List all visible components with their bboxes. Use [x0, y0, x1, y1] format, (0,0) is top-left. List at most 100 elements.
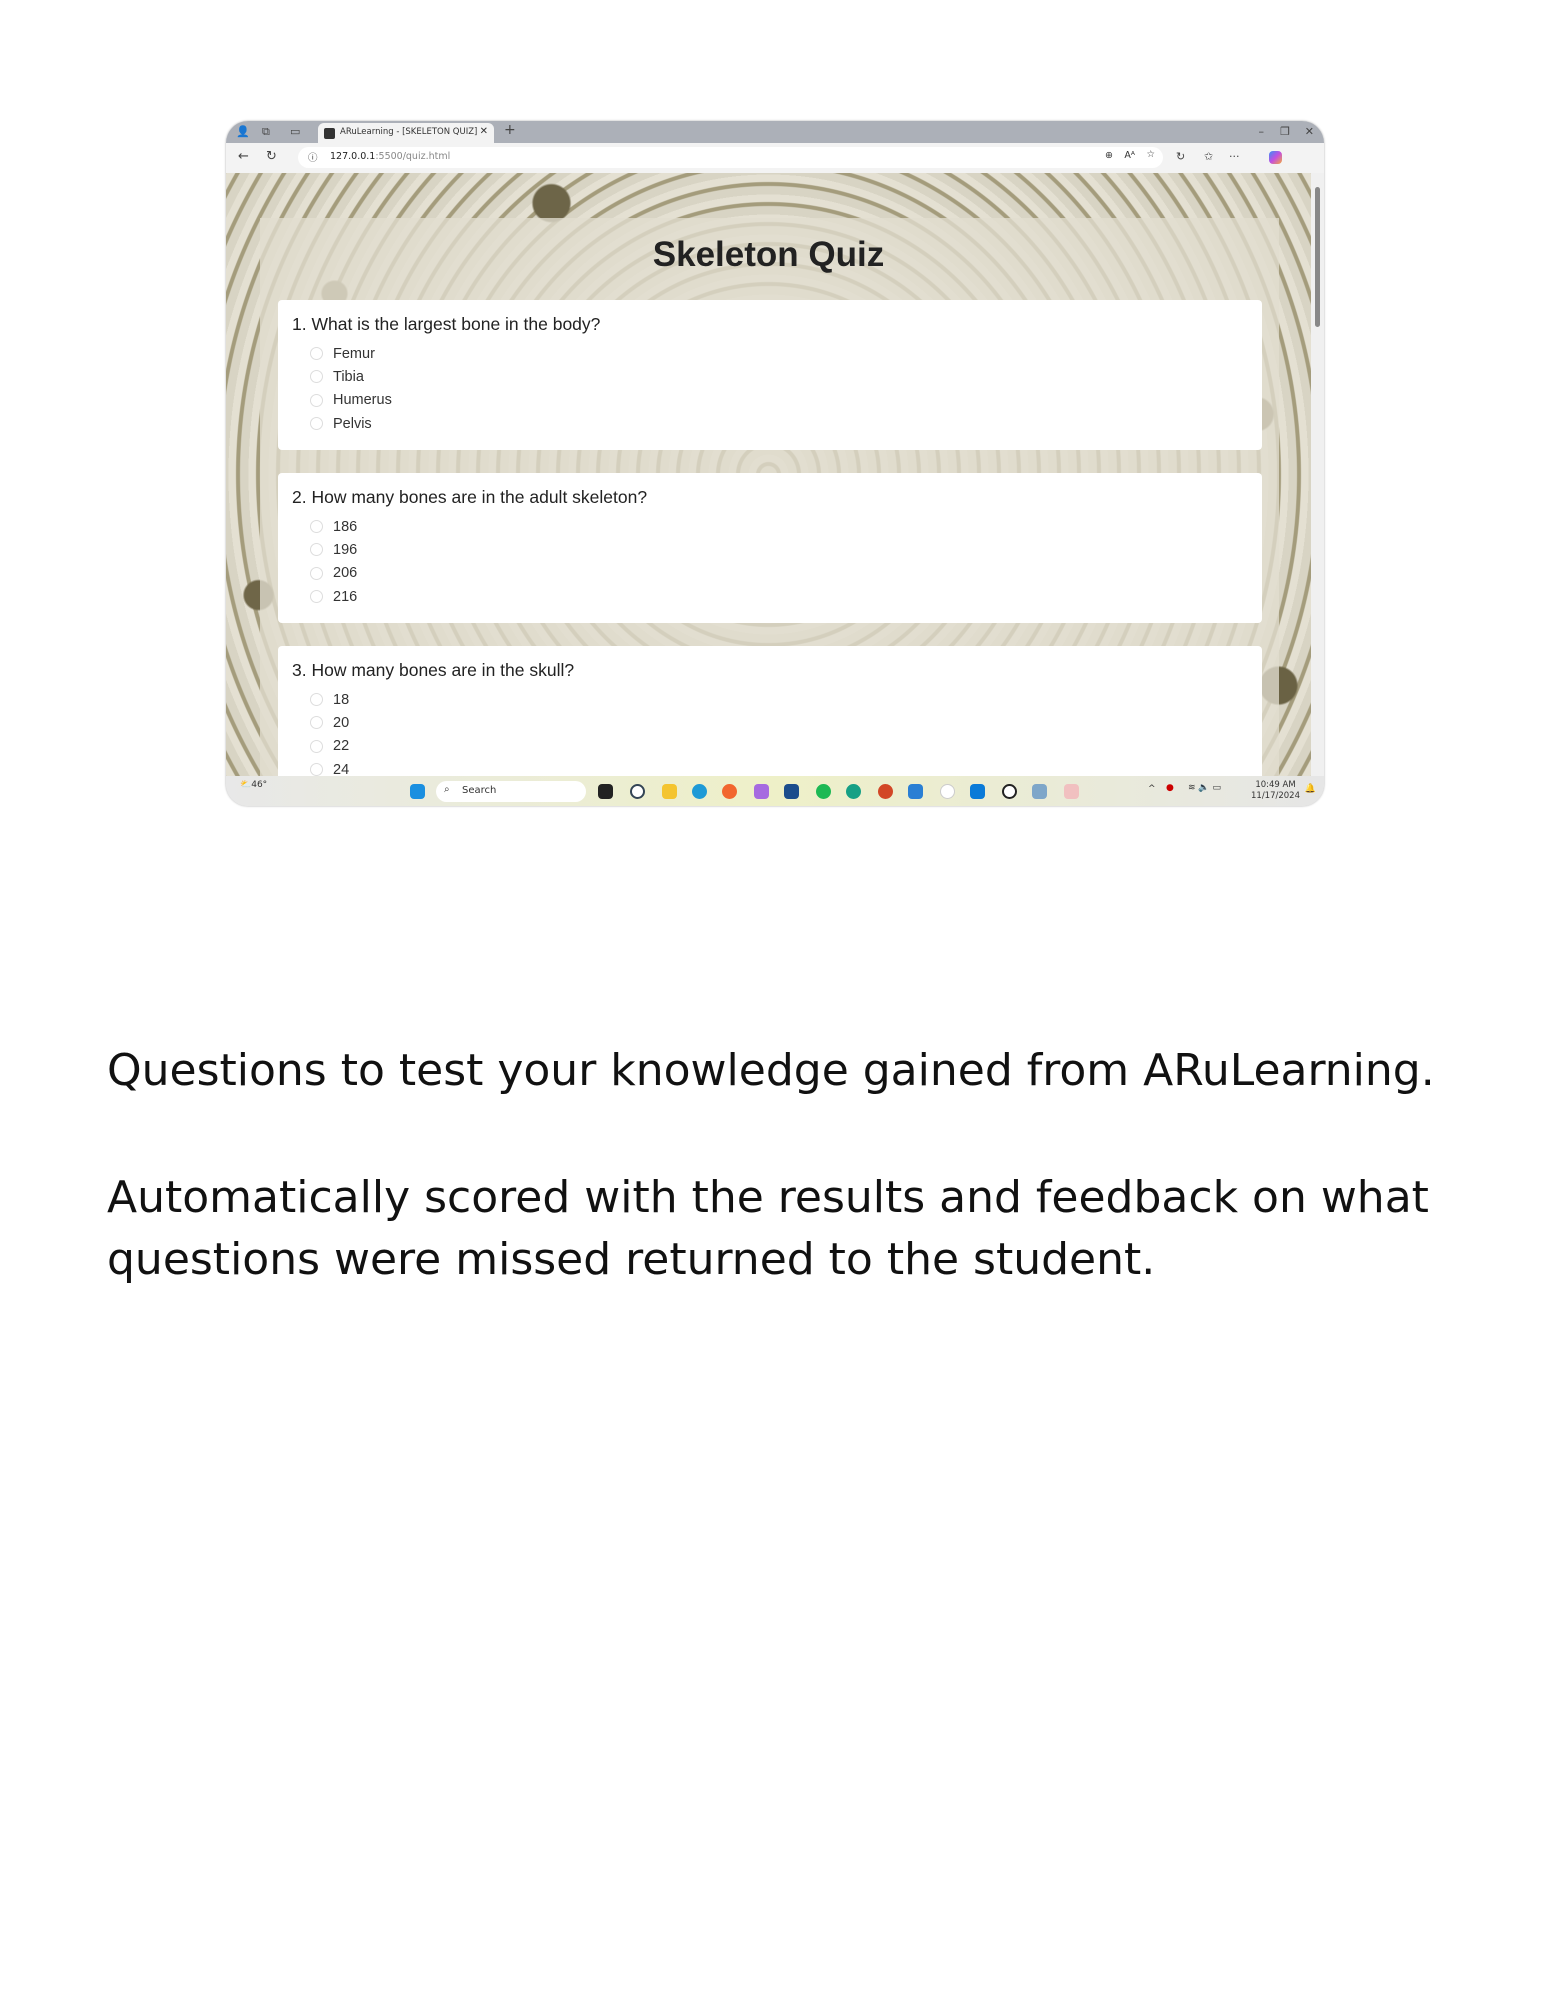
- option-label: Femur: [333, 345, 375, 362]
- radio-button[interactable]: [310, 370, 323, 384]
- option-label: 216: [333, 588, 358, 605]
- workspaces-icon[interactable]: ⧉: [262, 125, 270, 139]
- radio-button[interactable]: [310, 543, 323, 557]
- app-icon-a[interactable]: [940, 784, 955, 799]
- url-host: 127.0.0.1: [330, 151, 376, 162]
- option-label: 196: [333, 541, 358, 558]
- copilot-icon[interactable]: [1269, 151, 1282, 164]
- favicon-icon: [324, 128, 335, 139]
- option-186[interactable]: 186: [292, 515, 1248, 538]
- taskbar: ⛅46° ⌕ Search ^ ● ≋ 🔈 ▭ 10:49 AM 11/17/202…: [226, 776, 1324, 806]
- option-20[interactable]: 20: [292, 711, 1248, 734]
- tab-bar: 👤 ⧉ ▭ ARuLearning - [SKELETON QUIZ] ✕ + …: [226, 121, 1324, 143]
- question-text: 3. How many bones are in the skull?: [292, 660, 575, 680]
- wifi-icon[interactable]: ≋ 🔈 ▭: [1188, 783, 1221, 793]
- spotify-icon[interactable]: [816, 784, 831, 799]
- question-text: 1. What is the largest bone in the body?: [292, 314, 601, 334]
- tray-chevron-icon[interactable]: ^: [1148, 784, 1156, 794]
- tab-quiz[interactable]: ARuLearning - [SKELETON QUIZ] ✕: [318, 123, 494, 143]
- radio-button[interactable]: [310, 716, 323, 730]
- radio-button[interactable]: [310, 693, 323, 707]
- zoom-icon[interactable]: ⊕: [1105, 150, 1113, 161]
- option-label: Pelvis: [333, 415, 372, 432]
- minimize-icon[interactable]: –: [1259, 125, 1265, 138]
- tab-actions-icon[interactable]: ▭: [290, 125, 300, 138]
- option-label: Humerus: [333, 392, 392, 409]
- radio-button[interactable]: [310, 417, 323, 431]
- read-aloud-icon[interactable]: Aᴬ: [1124, 150, 1135, 161]
- refresh-icon[interactable]: ↻: [266, 149, 277, 164]
- option-humerus[interactable]: Humerus: [292, 389, 1248, 412]
- vscode-icon[interactable]: [908, 784, 923, 799]
- option-24[interactable]: 24: [292, 758, 1248, 776]
- firefox-icon[interactable]: [722, 784, 737, 799]
- taskbar-search[interactable]: ⌕ Search: [436, 781, 586, 802]
- browser-window: 👤 ⧉ ▭ ARuLearning - [SKELETON QUIZ] ✕ + …: [226, 121, 1324, 806]
- favorites-icon[interactable]: ✩: [1204, 150, 1213, 163]
- clock[interactable]: 10:49 AM 11/17/2024: [1251, 780, 1300, 802]
- option-label: 206: [333, 565, 358, 582]
- chatgpt-icon[interactable]: [846, 784, 861, 799]
- search-label: Search: [462, 785, 497, 796]
- restore-icon[interactable]: ❐: [1280, 125, 1290, 138]
- security-icon[interactable]: ●: [1166, 783, 1174, 793]
- new-tab-icon[interactable]: +: [504, 122, 516, 138]
- cortana-icon[interactable]: [970, 784, 985, 799]
- weather-widget[interactable]: ⛅46°: [240, 780, 267, 790]
- close-window-icon[interactable]: ✕: [1305, 125, 1314, 138]
- close-tab-icon[interactable]: ✕: [480, 126, 488, 137]
- question-card-2: 2. How many bones are in the adult skele…: [278, 473, 1262, 623]
- info-icon[interactable]: ⓘ: [308, 150, 318, 164]
- option-label: Tibia: [333, 368, 364, 385]
- file-explorer-icon[interactable]: [662, 784, 677, 799]
- back-icon[interactable]: ←: [238, 149, 249, 164]
- question-card-3: 3. How many bones are in the skull? 18 2…: [278, 646, 1262, 776]
- option-216[interactable]: 216: [292, 585, 1248, 608]
- radio-button[interactable]: [310, 520, 323, 534]
- option-label: 20: [333, 714, 350, 731]
- edge-icon[interactable]: [692, 784, 707, 799]
- radio-button[interactable]: [310, 347, 323, 361]
- start-icon[interactable]: [410, 784, 425, 799]
- copilot-app-icon[interactable]: [754, 784, 769, 799]
- dell-icon[interactable]: [1002, 784, 1017, 799]
- option-18[interactable]: 18: [292, 688, 1248, 711]
- godot-icon[interactable]: [1032, 784, 1047, 799]
- radio-button[interactable]: [310, 566, 323, 580]
- extensions-icon[interactable]: ↻: [1176, 150, 1185, 163]
- option-196[interactable]: 196: [292, 538, 1248, 561]
- task-view-icon[interactable]: [598, 784, 613, 799]
- option-tibia[interactable]: Tibia: [292, 365, 1248, 388]
- caption-2: Automatically scored with the results an…: [107, 1172, 1429, 1285]
- radio-button[interactable]: [310, 739, 323, 753]
- url-path: :5500/quiz.html: [375, 151, 451, 162]
- app-icon[interactable]: [630, 784, 645, 799]
- profile-icon[interactable]: 👤: [236, 125, 250, 138]
- question-text: 2. How many bones are in the adult skele…: [292, 487, 648, 507]
- notification-bell-icon[interactable]: 🔔: [1305, 784, 1316, 794]
- weather-temp: 46°: [251, 780, 268, 790]
- more-icon[interactable]: ···: [1229, 150, 1240, 163]
- option-206[interactable]: 206: [292, 562, 1248, 585]
- option-pelvis[interactable]: Pelvis: [292, 412, 1248, 435]
- radio-button[interactable]: [310, 393, 323, 407]
- store-icon[interactable]: [784, 784, 799, 799]
- option-22[interactable]: 22: [292, 735, 1248, 758]
- radio-button[interactable]: [310, 763, 323, 776]
- scrollbar-thumb[interactable]: [1315, 187, 1320, 327]
- favorite-star-icon[interactable]: ☆: [1146, 149, 1155, 160]
- page-title: Skeleton Quiz: [652, 235, 885, 274]
- address-bar-row: ← ↻ ⓘ 127.0.0.1:5500/quiz.html ⊕ Aᴬ ☆ ↻ …: [226, 143, 1324, 173]
- snipping-tool-icon[interactable]: [1064, 784, 1079, 799]
- scrollbar[interactable]: [1311, 173, 1324, 776]
- search-icon: ⌕: [444, 784, 450, 795]
- option-femur[interactable]: Femur: [292, 342, 1248, 365]
- option-label: 22: [333, 738, 350, 755]
- powerpoint-icon[interactable]: [878, 784, 893, 799]
- question-card-1: 1. What is the largest bone in the body?…: [278, 300, 1262, 450]
- page-content: Skeleton Quiz 1. What is the largest bon…: [226, 173, 1311, 776]
- option-label: 18: [333, 691, 350, 708]
- option-label: 186: [333, 518, 358, 535]
- radio-button[interactable]: [310, 590, 323, 604]
- url-input[interactable]: ⓘ 127.0.0.1:5500/quiz.html ⊕ Aᴬ ☆: [298, 147, 1163, 168]
